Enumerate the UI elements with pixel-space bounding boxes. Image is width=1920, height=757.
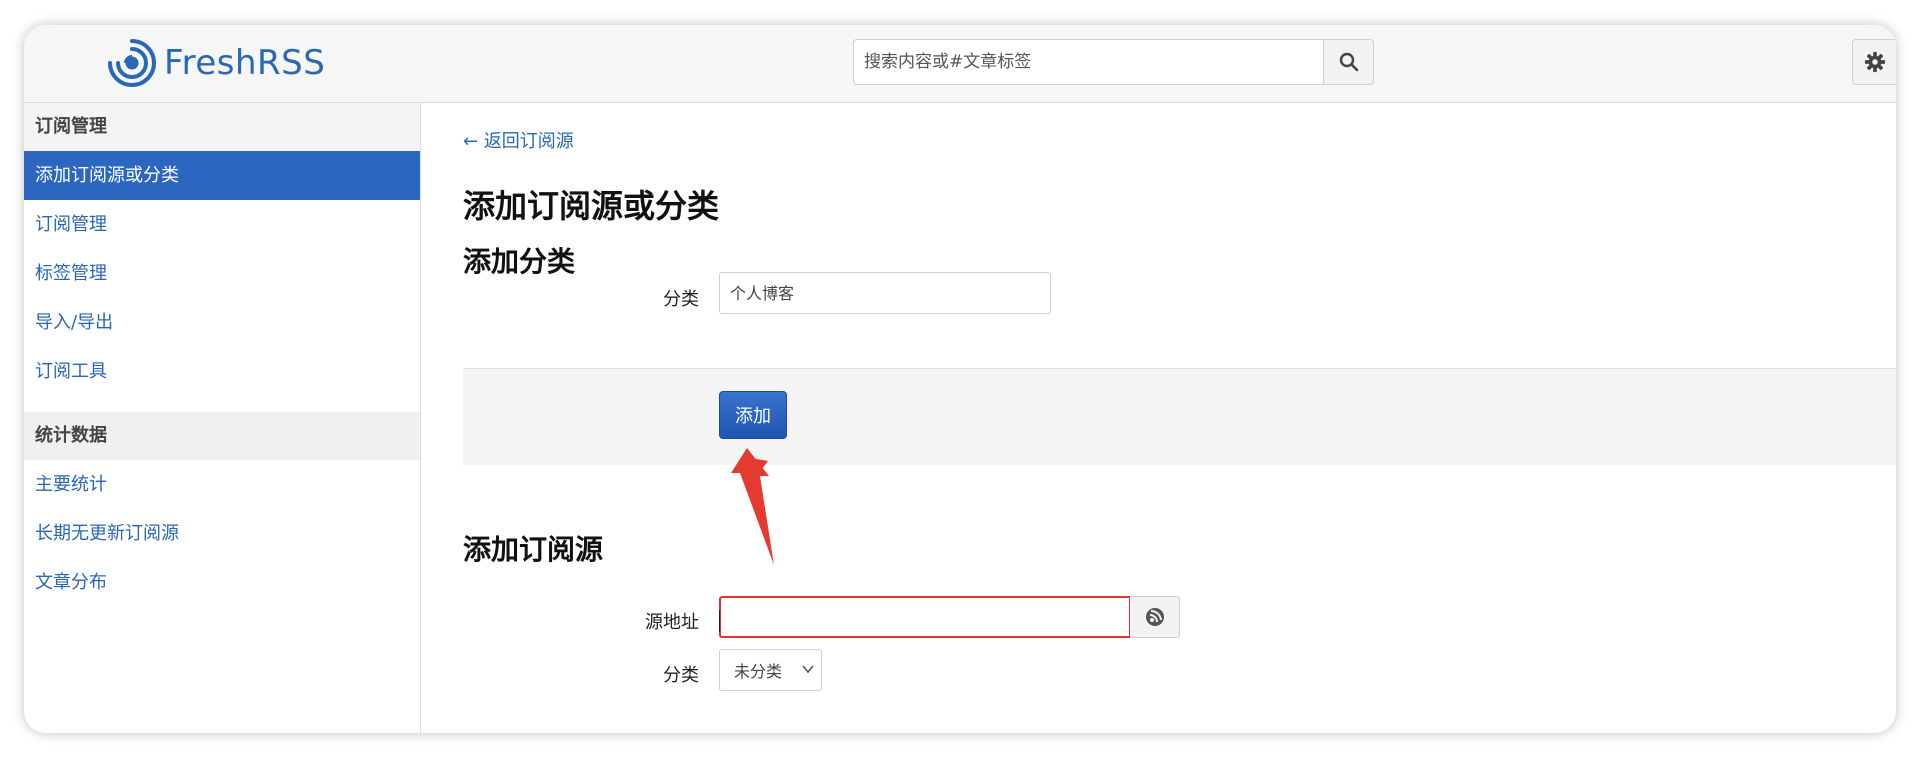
freshrss-logo-icon — [108, 39, 156, 87]
feed-subscribe-button[interactable] — [1130, 596, 1180, 638]
sidebar-section-statistics: 统计数据 — [24, 412, 420, 460]
chevron-down-icon — [802, 665, 814, 674]
app-name: FreshRSS — [164, 43, 326, 83]
sidebar-item-add-feed-or-category[interactable]: 添加订阅源或分类 — [24, 151, 420, 200]
feed-url-input[interactable] — [719, 596, 1131, 638]
add-category-heading: 添加分类 — [463, 245, 576, 278]
main-content: ← 返回订阅源 添加订阅源或分类 添加分类 分类 添加 添加订阅源 源地址 分类… — [421, 103, 1896, 733]
add-feed-heading: 添加订阅源 — [463, 533, 604, 566]
category-form-actions — [463, 368, 1896, 465]
app-logo[interactable]: FreshRSS — [108, 39, 325, 87]
sidebar-item-idle-feeds[interactable]: 长期无更新订阅源 — [24, 509, 420, 558]
gear-icon — [1864, 51, 1885, 73]
settings-button[interactable] — [1852, 39, 1896, 85]
sidebar: 订阅管理 添加订阅源或分类 订阅管理 标签管理 导入/导出 订阅工具 统计数据 … — [24, 103, 421, 733]
feed-url-label: 源地址 — [645, 612, 699, 633]
sidebar-item-subscription-management[interactable]: 订阅管理 — [24, 200, 420, 249]
search-button[interactable] — [1323, 39, 1374, 85]
sidebar-item-main-stats[interactable]: 主要统计 — [24, 460, 420, 509]
feed-icon — [1145, 608, 1164, 626]
sidebar-item-subscription-tools[interactable]: 订阅工具 — [24, 347, 420, 396]
category-name-label: 分类 — [663, 289, 699, 310]
search-bar — [853, 39, 1374, 85]
add-category-button[interactable]: 添加 — [719, 391, 787, 439]
feed-category-selected: 未分类 — [734, 662, 783, 681]
search-icon — [1339, 52, 1358, 72]
back-to-feeds-link[interactable]: ← 返回订阅源 — [463, 127, 574, 153]
page-title: 添加订阅源或分类 — [463, 187, 720, 225]
top-header: FreshRSS — [24, 25, 1896, 103]
sidebar-section-subscription: 订阅管理 — [24, 103, 420, 151]
sidebar-item-import-export[interactable]: 导入/导出 — [24, 298, 420, 347]
app-window: FreshRSS 搜索内容或#文章标签 订阅管理 添加订阅源或分类 订阅管理 标… — [24, 25, 1896, 733]
feed-category-label: 分类 — [663, 665, 699, 686]
sidebar-item-tag-management[interactable]: 标签管理 — [24, 249, 420, 298]
sidebar-item-article-distribution[interactable]: 文章分布 — [24, 558, 420, 607]
text-caret — [719, 610, 720, 632]
search-input[interactable] — [853, 39, 1323, 85]
category-name-input[interactable] — [719, 272, 1051, 314]
feed-category-select[interactable]: 未分类 — [719, 649, 822, 691]
